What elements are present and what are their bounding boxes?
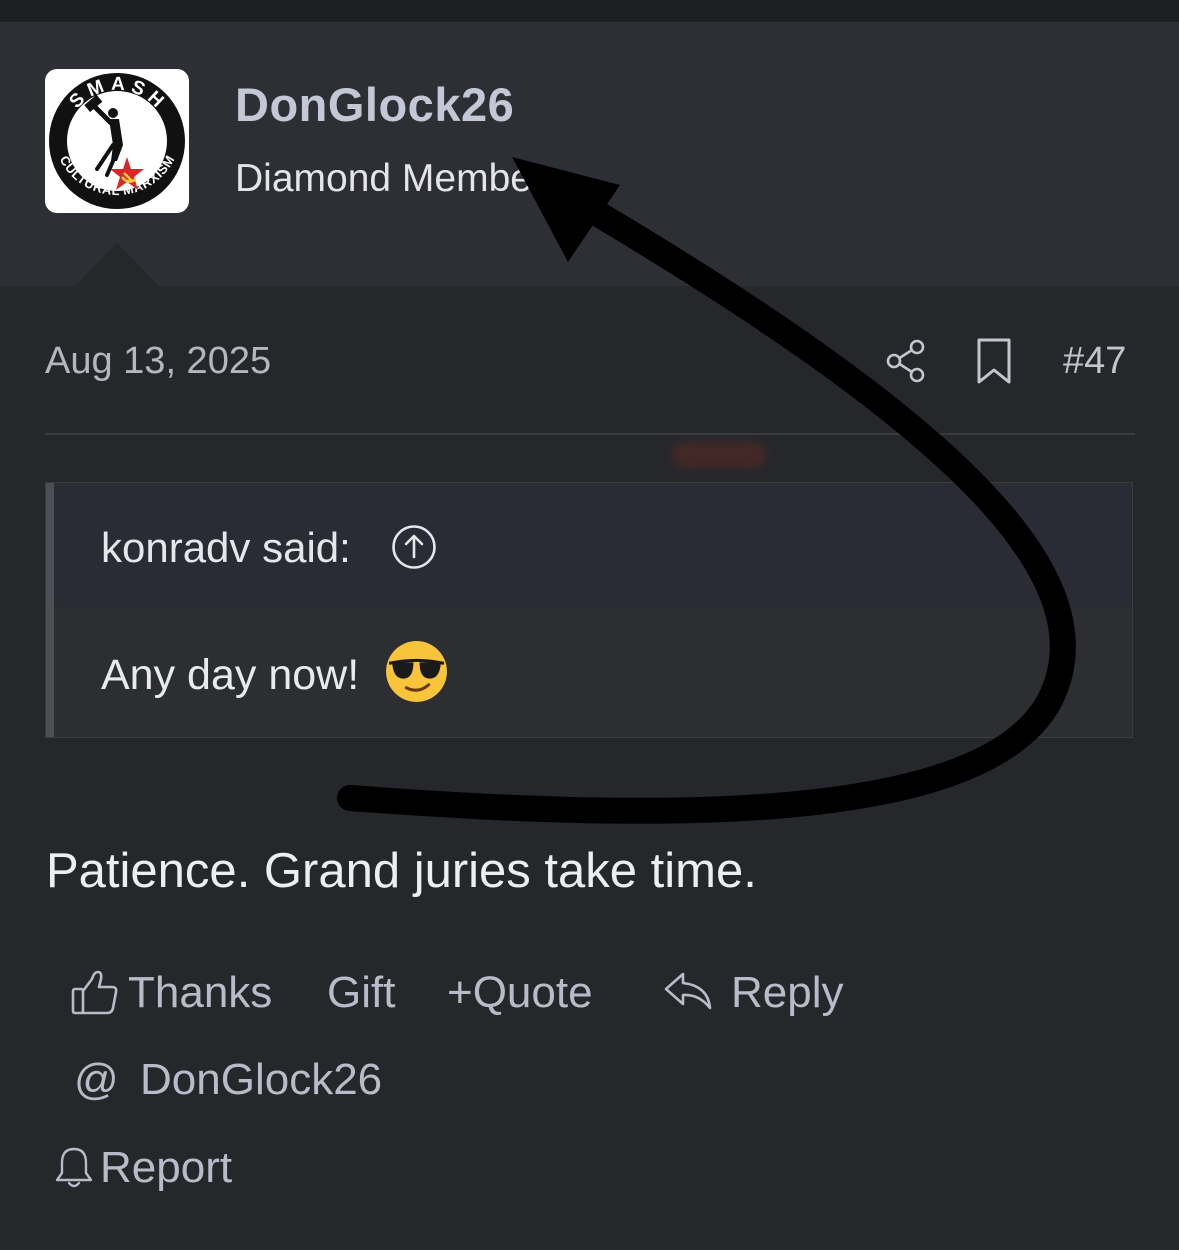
header-pointer <box>75 243 159 286</box>
avatar-logo-icon: SMASH CULTURAL MARXISM <box>49 73 185 209</box>
reply-arrow-icon[interactable] <box>663 970 713 1014</box>
share-icon[interactable] <box>883 338 929 384</box>
bookmark-icon[interactable] <box>975 337 1013 385</box>
post-body: Patience. Grand juries take time. <box>46 844 757 898</box>
plus-icon: + <box>447 968 473 1017</box>
divider <box>45 433 1135 435</box>
quote-button[interactable]: +Quote <box>447 968 593 1018</box>
quote-text: Any day now! <box>101 651 360 699</box>
quote-block: konradv said: Any day now! <box>45 482 1133 738</box>
quote-label: Quote <box>472 968 593 1017</box>
report-button[interactable]: Report <box>100 1143 232 1193</box>
quote-bar <box>46 483 54 737</box>
thanks-button[interactable]: Thanks <box>128 968 272 1018</box>
bell-icon[interactable] <box>54 1145 94 1189</box>
reply-button[interactable]: Reply <box>731 968 844 1018</box>
avatar[interactable]: SMASH CULTURAL MARXISM <box>45 69 189 213</box>
gift-button[interactable]: Gift <box>327 968 395 1018</box>
at-icon: @ <box>74 1055 119 1104</box>
red-smudge <box>672 442 766 468</box>
user-title: Diamond Member <box>235 157 545 200</box>
mention-button[interactable]: DonGlock26 <box>140 1055 382 1105</box>
arrow-up-circle-icon[interactable] <box>391 524 437 570</box>
post-number[interactable]: #47 <box>1063 340 1126 383</box>
top-strip <box>0 0 1179 22</box>
username[interactable]: DonGlock26 <box>235 77 514 132</box>
post-date[interactable]: Aug 13, 2025 <box>45 340 271 383</box>
quote-author[interactable]: konradv said: <box>101 524 351 572</box>
smiling-face-with-sunglasses-icon <box>386 641 447 702</box>
thumbs-up-icon[interactable] <box>70 968 120 1016</box>
